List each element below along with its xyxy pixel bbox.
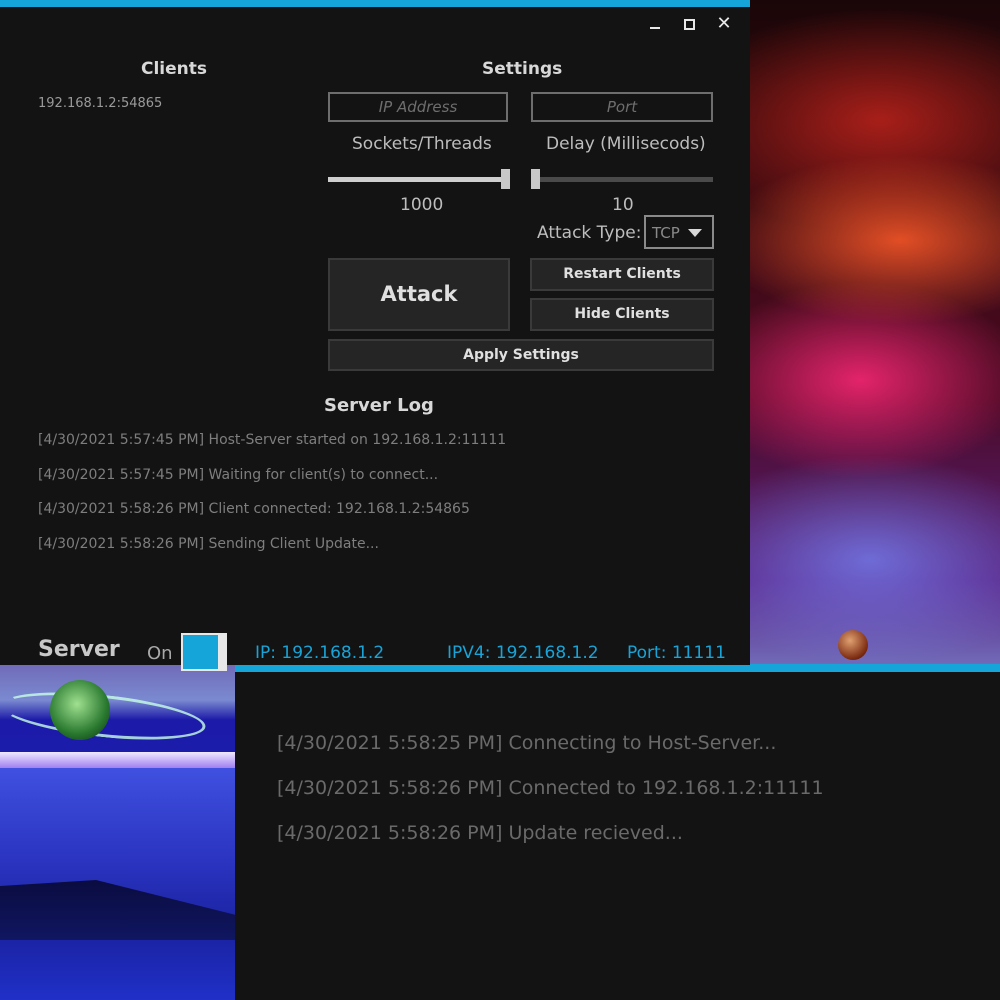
- attack-type-select[interactable]: TCP: [644, 215, 714, 249]
- delay-value: 10: [612, 195, 634, 215]
- chevron-down-icon: [688, 229, 702, 237]
- server-log-line: [4/30/2021 5:57:45 PM] Host-Server start…: [38, 432, 507, 448]
- settings-title: Settings: [482, 59, 563, 79]
- server-log-line: [4/30/2021 5:58:26 PM] Sending Client Up…: [38, 536, 379, 553]
- client-log-line: [4/30/2021 5:58:25 PM] Connecting to Hos…: [277, 732, 777, 754]
- server-status-label: Server: [38, 637, 120, 662]
- sockets-value: 1000: [400, 195, 444, 215]
- horizon-glow: [0, 752, 240, 768]
- minimize-icon: [650, 27, 660, 29]
- server-log-title: Server Log: [324, 395, 434, 416]
- clients-title: Clients: [141, 59, 208, 79]
- sockets-slider-thumb[interactable]: [501, 169, 510, 189]
- ip-info: IP: 192.168.1.2: [255, 643, 385, 663]
- maximize-button[interactable]: [674, 12, 704, 36]
- planet-image: [838, 630, 868, 660]
- delay-slider-thumb[interactable]: [531, 169, 540, 189]
- client-log-line: [4/30/2021 5:58:26 PM] Update recieved..…: [277, 822, 683, 844]
- server-log-line: [4/30/2021 5:57:45 PM] Waiting for clien…: [38, 466, 439, 483]
- hide-clients-button[interactable]: Hide Clients: [530, 298, 714, 331]
- restart-clients-button[interactable]: Restart Clients: [530, 258, 714, 291]
- maximize-icon: [683, 18, 695, 30]
- ip-address-input[interactable]: [328, 92, 508, 122]
- close-button[interactable]: ✕: [709, 12, 739, 36]
- port-info: Port: 11111: [627, 643, 726, 663]
- client-log-line: [4/30/2021 5:58:26 PM] Connected to 192.…: [277, 777, 824, 799]
- toggle-on-label: On: [147, 643, 173, 664]
- delay-slider-track[interactable]: [531, 177, 713, 182]
- ringed-planet-image: [50, 680, 110, 740]
- delay-label: Delay (Millisecods): [546, 134, 706, 154]
- server-toggle[interactable]: [181, 633, 227, 671]
- minimize-button[interactable]: [640, 12, 670, 36]
- client-window: [4/30/2021 5:58:25 PM] Connecting to Hos…: [235, 664, 1000, 1000]
- sockets-slider-track[interactable]: [328, 177, 510, 182]
- server-window: ✕ Clients 192.168.1.2:54865 Settings Soc…: [0, 0, 750, 671]
- port-input[interactable]: [531, 92, 713, 122]
- attack-type-value: TCP: [652, 224, 680, 242]
- close-icon: ✕: [716, 13, 732, 34]
- sockets-threads-label: Sockets/Threads: [352, 134, 492, 154]
- attack-button[interactable]: Attack: [328, 258, 510, 331]
- client-log: [4/30/2021 5:58:25 PM] Connecting to Hos…: [277, 732, 824, 867]
- attack-type-label: Attack Type:: [537, 223, 642, 243]
- ipv4-info: IPV4: 192.168.1.2: [447, 643, 599, 663]
- apply-settings-button[interactable]: Apply Settings: [328, 339, 714, 371]
- client-list-item[interactable]: 192.168.1.2:54865: [38, 96, 162, 111]
- toggle-knob: [218, 635, 225, 669]
- server-log: [4/30/2021 5:57:45 PM] Host-Server start…: [38, 432, 506, 571]
- server-log-line: [4/30/2021 5:58:26 PM] Client connected:…: [38, 501, 470, 518]
